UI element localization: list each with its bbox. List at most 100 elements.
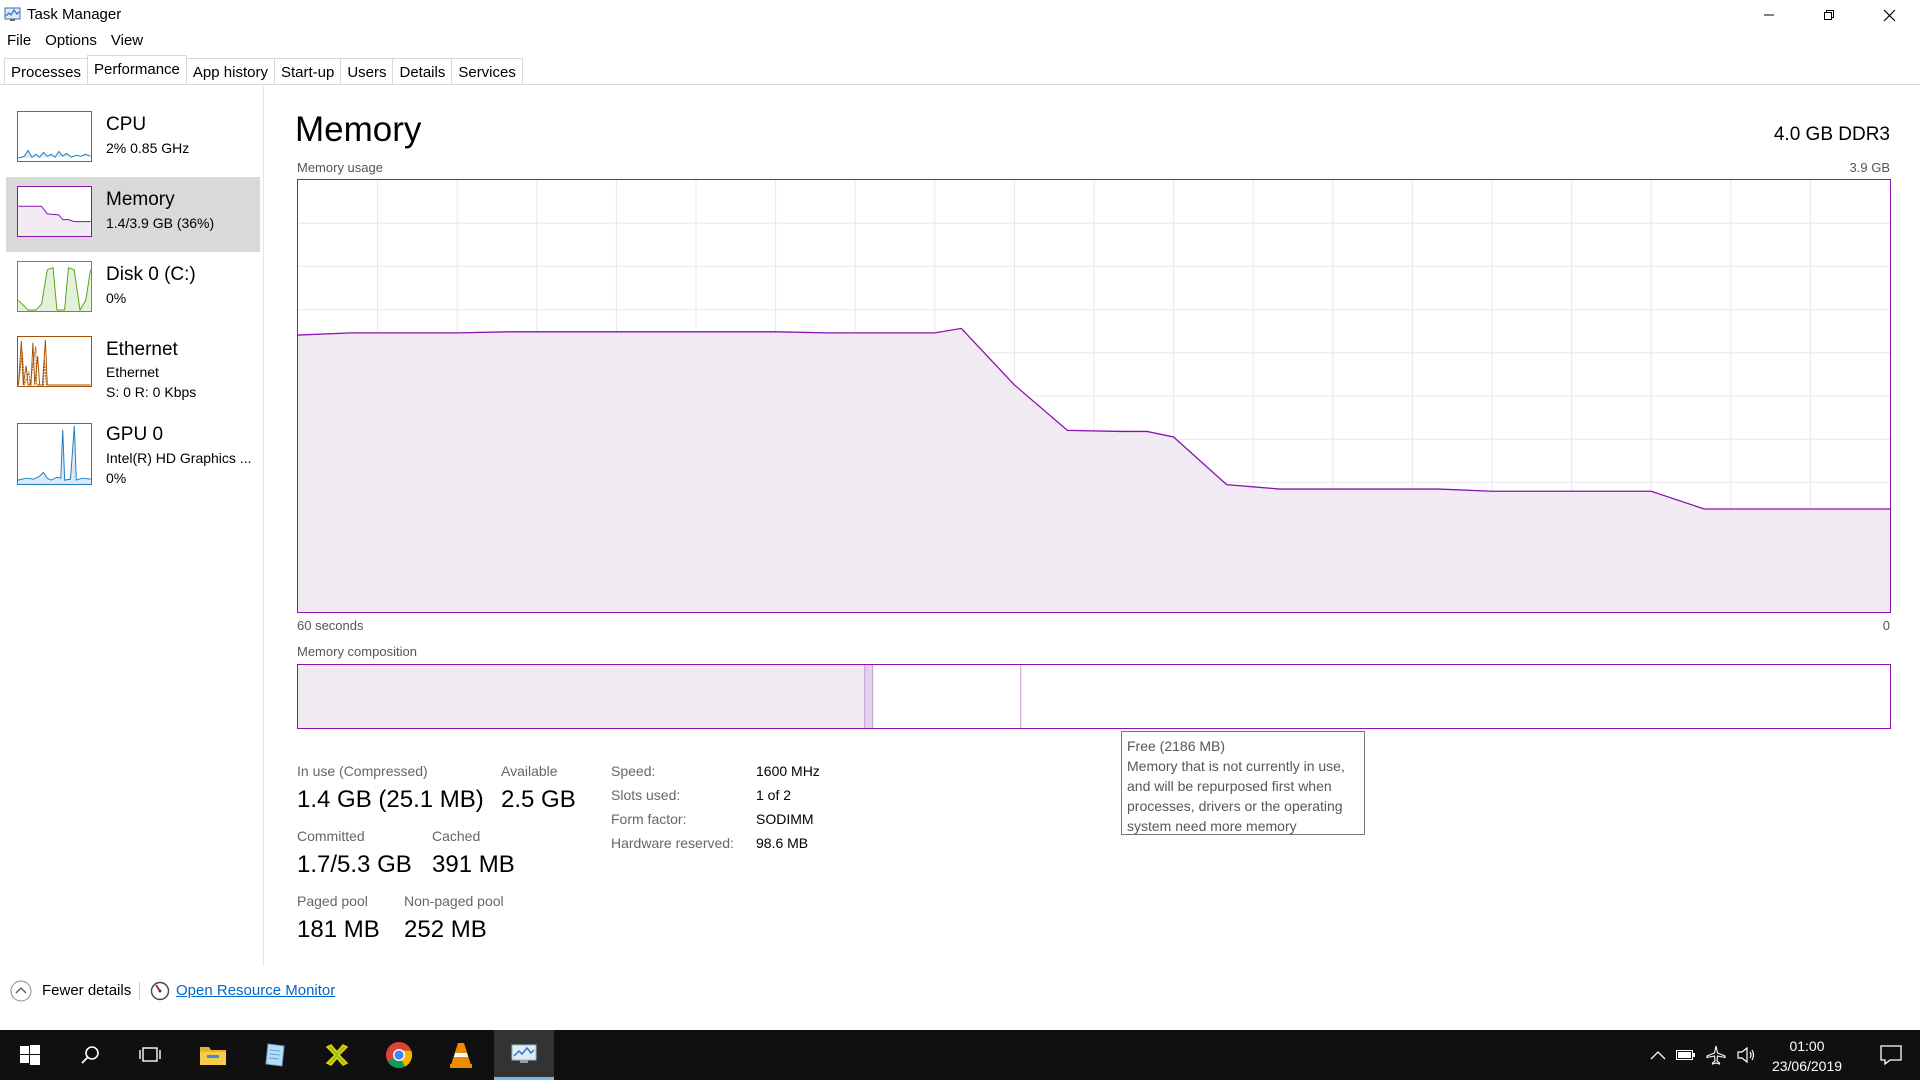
paged-pool-value: 181 MB [297,916,380,943]
sidebar-item-memory[interactable]: Memory 1.4/3.9 GB (36%) [6,177,260,252]
in-use-label: In use (Compressed) [297,763,428,779]
memory-usage-max: 3.9 GB [1849,160,1890,175]
non-paged-pool-label: Non-paged pool [404,893,504,909]
sidebar-item-detail: Intel(R) HD Graphics ... [106,450,252,466]
sidebar-item-title: GPU 0 [106,424,164,445]
composition-free[interactable] [1020,665,1890,728]
show-hidden-icons-button[interactable] [1646,1030,1670,1080]
sidebar-item-ethernet[interactable]: Ethernet Ethernet S: 0 R: 0 Kbps [6,327,260,402]
sidebar-item-disk[interactable]: Disk 0 (C:) 0% [6,252,260,327]
sidebar-item-cpu[interactable]: CPU 2% 0.85 GHz [6,102,260,177]
disk-thumbnail-graph [17,261,92,312]
sidebar-item-detail: 1.4/3.9 GB (36%) [106,215,215,231]
sidebar-item-title: Ethernet [106,339,178,360]
window-title: Task Manager [27,6,122,23]
sidebar-item-detail: Ethernet [106,364,159,380]
notification-icon [1880,1045,1902,1065]
chevron-up-icon [1650,1051,1666,1060]
menu-bar: File Options View [0,30,150,52]
search-button[interactable] [60,1030,120,1080]
composition-in-use[interactable] [298,665,865,728]
start-button[interactable] [0,1030,60,1080]
tab-services[interactable]: Services [451,58,523,84]
tab-processes[interactable]: Processes [4,58,89,84]
cached-label: Cached [432,828,481,844]
restore-button[interactable] [1800,0,1858,30]
tab-performance[interactable]: Performance [87,55,187,83]
menu-file[interactable]: File [0,30,38,52]
airplane-icon [1706,1045,1726,1065]
airplane-mode-button[interactable] [1704,1030,1728,1080]
sidebar-item-detail: 0% [106,290,127,306]
chevron-up-circle-icon[interactable] [10,980,32,1002]
title-bar[interactable]: Task Manager [0,0,1920,30]
fewer-details-button[interactable]: Fewer details [42,982,131,999]
sidebar-item-title: Disk 0 (C:) [106,264,196,285]
clock-time: 01:00 [1789,1038,1825,1054]
open-resource-monitor-link[interactable]: Open Resource Monitor [176,982,335,999]
minimize-button[interactable] [1740,0,1798,30]
search-icon [81,1046,99,1064]
available-value: 2.5 GB [501,786,576,813]
cpu-thumbnail-graph [17,111,92,162]
axis-right-label: 0 [1882,618,1890,633]
resource-monitor-icon [150,981,170,1001]
sidebar-item-gpu[interactable]: GPU 0 Intel(R) HD Graphics ... 0% [6,414,260,489]
taskbar-clock[interactable]: 01:00 23/06/2019 [1752,1036,1862,1076]
tab-details[interactable]: Details [392,58,453,84]
chrome-icon [386,1042,413,1068]
task-view-button[interactable] [120,1030,180,1080]
action-center-button[interactable] [1862,1030,1920,1080]
available-label: Available [501,763,558,779]
sidebar-item-detail-2: S: 0 R: 0 Kbps [106,384,197,400]
notepad-button[interactable] [245,1030,305,1080]
vlc-button[interactable] [431,1030,491,1080]
tooltip-line: processes, drivers or the operating [1127,798,1343,814]
memory-thumbnail-graph [17,186,92,237]
clock-date: 23/06/2019 [1771,1058,1843,1074]
axis-left-label: 60 seconds [297,618,364,633]
close-icon [1883,9,1895,21]
tab-start-up[interactable]: Start-up [273,58,342,84]
committed-label: Committed [297,828,365,844]
battery-button[interactable] [1674,1030,1698,1080]
composition-standby[interactable] [872,665,1021,728]
page-title: Memory [295,110,422,149]
tab-app-history[interactable]: App history [185,58,275,84]
composition-modified[interactable] [864,665,873,728]
notepad-icon [265,1043,285,1067]
ethernet-thumbnail-graph [17,336,92,387]
close-button[interactable] [1860,0,1918,30]
form-factor-label: Form factor: [611,811,687,827]
non-paged-pool-value: 252 MB [404,916,487,943]
tab-bar: Processes Performance App history Start-… [0,55,1920,85]
task-manager-taskbar-button[interactable] [494,1030,554,1080]
footer-divider [139,982,140,1000]
task-view-icon [139,1047,161,1062]
form-factor-value: SODIMM [756,811,814,827]
paged-pool-label: Paged pool [297,893,368,909]
file-explorer-button[interactable] [183,1030,243,1080]
app-icon [325,1044,349,1066]
memory-spec: 4.0 GB DDR3 [1773,124,1890,145]
tab-users[interactable]: Users [340,58,394,84]
task-manager-icon [511,1044,537,1063]
app-button[interactable] [307,1030,367,1080]
speed-label: Speed: [611,763,656,779]
resource-list: CPU 2% 0.85 GHz Memory 1.4/3.9 GB (36%) … [0,86,264,966]
speed-value: 1600 MHz [756,763,820,779]
menu-options[interactable]: Options [38,30,104,52]
restore-icon [1824,10,1834,20]
committed-value: 1.7/5.3 GB [297,851,412,878]
in-use-value: 1.4 GB (25.1 MB) [297,786,484,813]
chrome-button[interactable] [369,1030,429,1080]
memory-composition-label: Memory composition [297,644,417,659]
sidebar-item-title: Memory [106,189,175,210]
memory-composition-bar[interactable] [297,664,1891,729]
menu-view[interactable]: View [104,30,150,52]
hardware-reserved-value: 98.6 MB [756,835,809,851]
minimize-icon [1764,14,1774,16]
start-icon [20,1045,40,1065]
hardware-reserved-label: Hardware reserved: [611,835,734,851]
tooltip-title: Free (2186 MB) [1127,738,1226,754]
